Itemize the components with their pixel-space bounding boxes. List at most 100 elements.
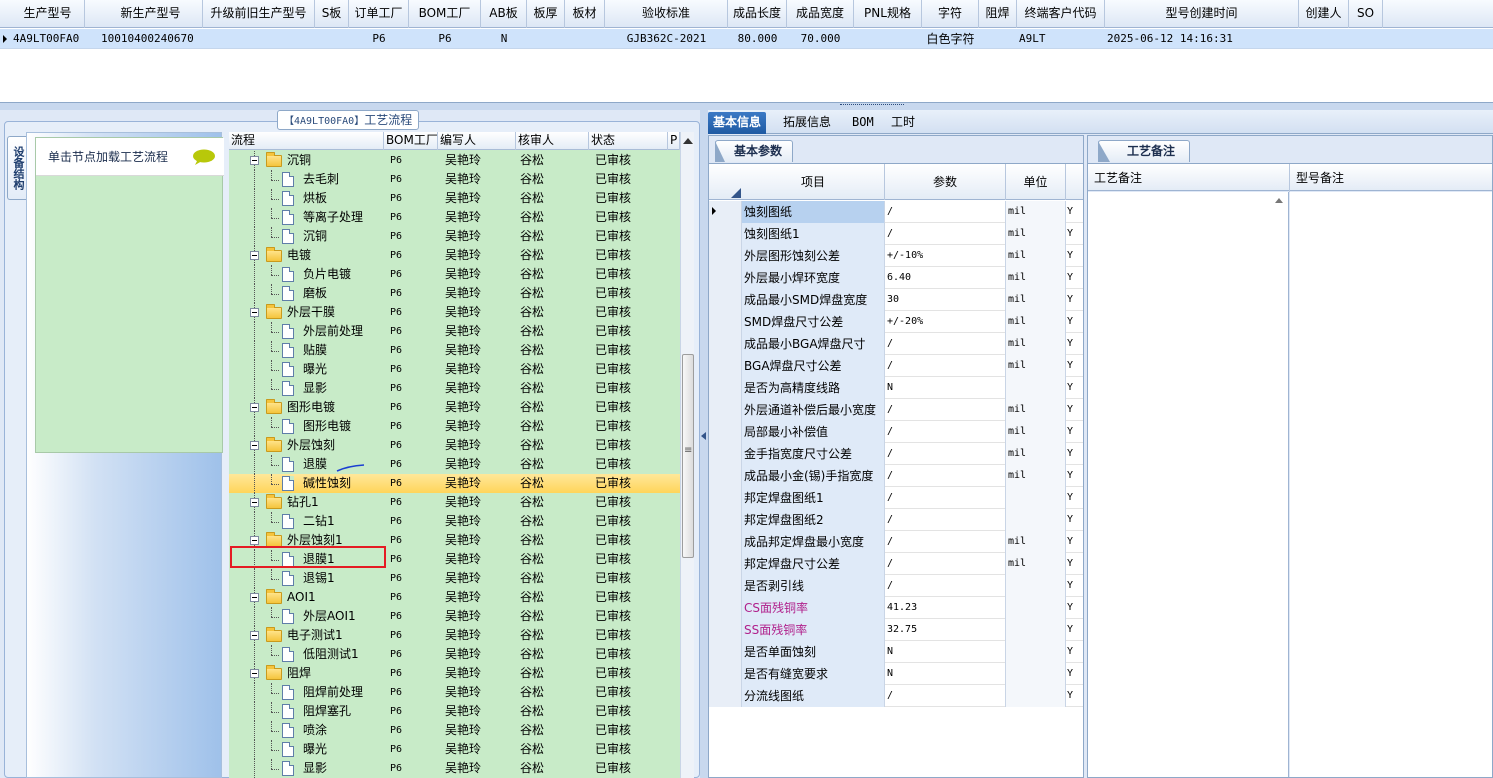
tree-step-node[interactable]: 外层前处理 P6 吴艳玲 谷松 已审核 [229, 322, 680, 341]
param-value[interactable]: N [885, 377, 1006, 399]
tree-step-node[interactable]: 外层AOI1 P6 吴艳玲 谷松 已审核 [229, 607, 680, 626]
col-item[interactable]: 项目 [742, 164, 885, 200]
param-row[interactable]: 局部最小补偿值 / mil Y [709, 421, 1083, 443]
tree-step-node[interactable]: 烘板 P6 吴艳玲 谷松 已审核 [229, 189, 680, 208]
param-value[interactable]: +/-10% [885, 245, 1006, 267]
row-header[interactable] [709, 245, 742, 267]
tree-group-node[interactable]: 阻焊 P6 吴艳玲 谷松 已审核 [229, 664, 680, 683]
col-model-note[interactable]: 型号备注 [1290, 164, 1492, 192]
tree-col-header[interactable]: 编写人 [438, 132, 516, 150]
param-row[interactable]: 分流线图纸 / Y [709, 685, 1083, 707]
tree-step-node[interactable]: 喷涂 P6 吴艳玲 谷松 已审核 [229, 721, 680, 740]
tree-group-node[interactable]: 图形电镀 P6 吴艳玲 谷松 已审核 [229, 398, 680, 417]
select-all-icon[interactable] [731, 188, 741, 198]
param-value[interactable]: / [885, 443, 1006, 465]
horizontal-splitter[interactable] [0, 103, 1493, 110]
row-header[interactable] [709, 201, 742, 223]
collapse-icon[interactable] [250, 536, 259, 545]
top-col-header[interactable]: S板 [315, 0, 349, 28]
top-col-header[interactable]: 板厚 [527, 0, 565, 28]
param-row[interactable]: 成品最小BGA焊盘尺寸 / mil Y [709, 333, 1083, 355]
top-col-header[interactable]: PNL规格 [854, 0, 922, 28]
tree-step-node[interactable]: 等离子处理 P6 吴艳玲 谷松 已审核 [229, 208, 680, 227]
row-header[interactable] [709, 355, 742, 377]
scroll-up-icon[interactable] [1275, 198, 1283, 203]
row-header[interactable] [709, 531, 742, 553]
row-header[interactable] [709, 663, 742, 685]
top-col-header[interactable]: 创建人 [1299, 0, 1349, 28]
collapse-icon[interactable] [250, 251, 259, 260]
param-value[interactable]: / [885, 399, 1006, 421]
param-value[interactable]: / [885, 509, 1006, 531]
tree-group-node[interactable]: 钻孔1 P6 吴艳玲 谷松 已审核 [229, 493, 680, 512]
collapse-left-icon[interactable] [701, 432, 706, 440]
tree-step-node[interactable]: 贴膜 P6 吴艳玲 谷松 已审核 [229, 341, 680, 360]
param-row[interactable]: CS面残铜率 41.23 Y [709, 597, 1083, 619]
scroll-up-icon[interactable] [683, 138, 693, 144]
param-row[interactable]: 外层通道补偿后最小宽度 / mil Y [709, 399, 1083, 421]
tree-step-node[interactable]: 去毛刺 P6 吴艳玲 谷松 已审核 [229, 170, 680, 189]
top-col-header[interactable]: 字符 [922, 0, 979, 28]
top-col-header[interactable]: 成品宽度 [787, 0, 854, 28]
tree-step-node[interactable]: 磨板 P6 吴艳玲 谷松 已审核 [229, 284, 680, 303]
row-header[interactable] [709, 465, 742, 487]
row-header[interactable] [709, 443, 742, 465]
top-col-header[interactable]: 终端客户代码 [1017, 0, 1105, 28]
collapse-icon[interactable] [250, 441, 259, 450]
param-value[interactable]: N [885, 641, 1006, 663]
tree-col-header[interactable]: 核审人 [516, 132, 589, 150]
top-col-header[interactable]: 升级前旧生产型号 [203, 0, 315, 28]
param-value[interactable]: 41.23 [885, 597, 1006, 619]
row-header[interactable] [709, 487, 742, 509]
param-row[interactable]: SS面残铜率 32.75 Y [709, 619, 1083, 641]
param-value[interactable]: / [885, 421, 1006, 443]
param-row[interactable]: 是否为高精度线路 N Y [709, 377, 1083, 399]
tab-basic-params[interactable]: 基本参数 [715, 140, 794, 162]
collapse-icon[interactable] [250, 631, 259, 640]
param-value[interactable]: / [885, 223, 1006, 245]
row-header[interactable] [709, 267, 742, 289]
param-value[interactable]: / [885, 333, 1006, 355]
tree-group-node[interactable]: AOI1 P6 吴艳玲 谷松 已审核 [229, 588, 680, 607]
row-header[interactable] [709, 421, 742, 443]
tree-step-node[interactable]: 曝光 P6 吴艳玲 谷松 已审核 [229, 360, 680, 379]
tree-step-node[interactable]: 阻焊塞孔 P6 吴艳玲 谷松 已审核 [229, 702, 680, 721]
tree-col-header[interactable]: 状态 [589, 132, 668, 150]
param-value[interactable]: / [885, 201, 1006, 223]
tree-step-node[interactable]: 退膜 P6 吴艳玲 谷松 已审核 [229, 455, 680, 474]
tab-bom[interactable]: BOM [847, 112, 879, 134]
row-header[interactable] [709, 685, 742, 707]
tree-step-node[interactable]: 退锡1 P6 吴艳玲 谷松 已审核 [229, 569, 680, 588]
device-tree[interactable]: 单击节点加载工艺流程 [35, 137, 224, 453]
process-note-field[interactable] [1088, 192, 1289, 777]
top-col-header[interactable]: 板材 [565, 0, 605, 28]
collapse-icon[interactable] [250, 593, 259, 602]
param-row[interactable]: 成品最小SMD焊盘宽度 30 mil Y [709, 289, 1083, 311]
tree-step-node[interactable]: 图形电镀 P6 吴艳玲 谷松 已审核 [229, 417, 680, 436]
param-row[interactable]: 蚀刻图纸 / mil Y [709, 201, 1083, 223]
param-value[interactable]: / [885, 465, 1006, 487]
top-col-header[interactable]: 型号创建时间 [1105, 0, 1299, 28]
scroll-thumb[interactable] [682, 354, 694, 558]
tab-device-structure[interactable]: 设备结构 [7, 136, 27, 200]
row-header[interactable] [709, 311, 742, 333]
param-value[interactable]: N [885, 663, 1006, 685]
param-row[interactable]: 邦定焊盘图纸2/ Y [709, 509, 1083, 531]
tree-step-node[interactable]: 低阻测试1 P6 吴艳玲 谷松 已审核 [229, 645, 680, 664]
tree-step-node[interactable]: 曝光 P6 吴艳玲 谷松 已审核 [229, 740, 680, 759]
tree-group-node[interactable]: 电子测试1 P6 吴艳玲 谷松 已审核 [229, 626, 680, 645]
vertical-splitter[interactable] [700, 110, 708, 778]
tree-step-node[interactable]: 碱性蚀刻 P6 吴艳玲 谷松 已审核 [229, 474, 680, 493]
top-col-header[interactable]: 生产型号 [11, 0, 85, 28]
param-row[interactable]: 是否有缝宽要求 N Y [709, 663, 1083, 685]
top-col-header[interactable]: SO [1349, 0, 1383, 28]
param-value[interactable]: / [885, 553, 1006, 575]
tree-group-node[interactable]: 沉铜 P6 吴艳玲 谷松 已审核 [229, 151, 680, 170]
row-header[interactable] [709, 333, 742, 355]
tree-step-node[interactable]: 二钻1 P6 吴艳玲 谷松 已审核 [229, 512, 680, 531]
param-row[interactable]: 成品最小金(锡)手指宽度 / mil Y [709, 465, 1083, 487]
top-col-header[interactable]: AB板 [481, 0, 527, 28]
top-col-header[interactable]: 订单工厂 [349, 0, 409, 28]
collapse-icon[interactable] [250, 498, 259, 507]
process-tree-scrollbar[interactable] [680, 132, 694, 778]
